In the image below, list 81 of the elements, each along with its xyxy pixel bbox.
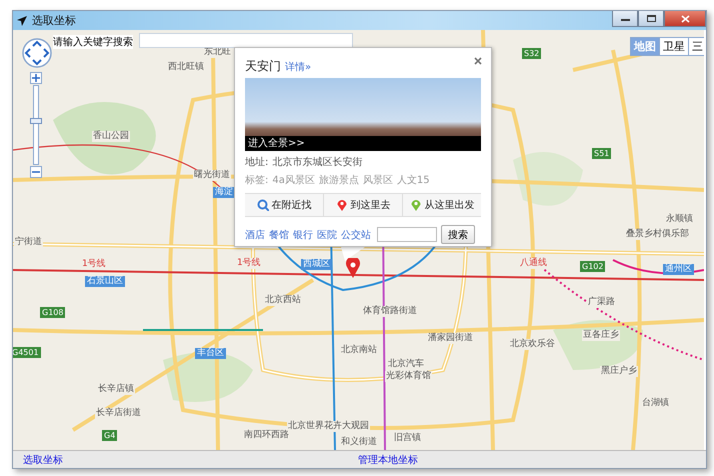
place-label: 台湖镇 <box>641 398 670 409</box>
highway-label: G102 <box>580 261 606 272</box>
district-label: 丰台区 <box>195 348 226 359</box>
plus-icon <box>32 74 40 82</box>
place-label: 永顺镇 <box>665 214 694 225</box>
tag-label: 旅游景点 <box>318 174 359 186</box>
place-label: 北京西站 <box>264 295 302 306</box>
metro-line-label: 八通线 <box>519 258 548 269</box>
place-label: 长辛店镇 <box>97 384 135 395</box>
metro-line-label: 1号线 <box>236 258 262 269</box>
category-link[interactable]: 餐馆 <box>269 228 289 242</box>
place-label: 光彩体育馆 <box>385 371 432 382</box>
highway-label: G4 <box>102 430 118 441</box>
map-pin-icon <box>346 258 360 278</box>
tags-label: 标签: <box>245 174 268 186</box>
status-link[interactable]: 选取坐标 <box>13 452 358 466</box>
district-label: 海淀 <box>213 187 235 198</box>
search-button[interactable]: 搜索 <box>441 225 475 244</box>
place-label: 旧宫镇 <box>393 433 422 444</box>
highway-label: G108 <box>40 307 66 318</box>
place-label: 北京南站 <box>340 345 378 356</box>
place-label: 曙光街道 <box>193 170 231 181</box>
nearby-search-field[interactable] <box>377 227 437 242</box>
district-label: 西城区 <box>301 259 332 270</box>
cursor-arrow-icon <box>16 14 28 26</box>
highway-label: S51 <box>592 148 612 159</box>
place-label: 叠景乡村俱乐部 <box>625 229 690 240</box>
details-link[interactable]: 详情» <box>285 60 312 74</box>
window-title: 选取坐标 <box>32 13 76 28</box>
zoom-out-button[interactable] <box>30 166 42 178</box>
action-button[interactable]: 从这里出发 <box>403 194 481 216</box>
place-label: 西北旺镇 <box>167 62 205 73</box>
category-link[interactable]: 医院 <box>317 228 337 242</box>
place-label: 黑庄户乡 <box>600 366 638 377</box>
place-label: 香山公园 <box>92 131 130 142</box>
place-title: 天安门 <box>245 58 281 75</box>
maximize-icon <box>646 15 656 22</box>
close-popup-button[interactable] <box>473 56 483 66</box>
search-field[interactable] <box>139 33 353 48</box>
category-link[interactable]: 酒店 <box>245 228 265 242</box>
place-label: 北京欢乐谷 <box>509 339 556 350</box>
category-link[interactable]: 公交站 <box>341 228 371 242</box>
place-label: 豆各庄乡 <box>582 330 620 341</box>
tag-label: 人文15 <box>396 174 430 186</box>
close-window-button[interactable] <box>664 11 706 27</box>
map-type-tab[interactable]: 卫星 <box>660 38 689 55</box>
magnifier-icon <box>256 199 268 211</box>
close-icon <box>474 57 482 65</box>
pan-control[interactable] <box>22 38 52 68</box>
address-label: 地址: <box>245 156 268 168</box>
district-label: 通州区 <box>663 264 694 275</box>
map-pin-icon <box>410 199 422 211</box>
zoom-slider-track[interactable] <box>33 85 39 165</box>
place-label: 潘家园街道 <box>427 333 474 344</box>
panorama-link[interactable]: 进入全景>> <box>245 136 481 151</box>
address-text: 北京市东城区长安街 <box>272 156 362 168</box>
zoom-slider-thumb[interactable] <box>30 118 42 124</box>
status-link[interactable]: 管理本地坐标 <box>358 452 703 466</box>
close-icon <box>680 14 690 22</box>
map-pin-icon <box>336 199 348 211</box>
place-label: 长辛店街道 <box>95 408 142 419</box>
district-label: 石景山区 <box>85 276 125 287</box>
action-button[interactable]: 到这里去 <box>324 194 403 216</box>
place-label: 北京汽车 <box>387 359 425 370</box>
search-label: 请输入关键字搜索 <box>53 35 133 49</box>
place-label: 体育馆路街道 <box>362 306 418 317</box>
action-button[interactable]: 在附近找 <box>245 194 324 216</box>
place-label: 宁街道 <box>14 237 43 248</box>
place-label: 北京世界花卉大观园 <box>287 421 370 432</box>
tag-label: 4a风景区 <box>272 174 315 186</box>
minimize-button[interactable] <box>612 11 638 27</box>
metro-line-label: 1号线 <box>81 259 107 270</box>
place-label: 南四环西路 <box>243 430 290 441</box>
zoom-in-button[interactable] <box>30 72 42 84</box>
place-label: 和义街道 <box>340 437 378 448</box>
category-link[interactable]: 银行 <box>293 228 313 242</box>
maximize-button[interactable] <box>638 11 664 27</box>
place-label: 广渠路 <box>587 297 616 308</box>
highway-label: S32 <box>522 48 542 59</box>
tag-label: 风景区 <box>362 174 393 186</box>
pan-arrows-icon <box>22 38 52 68</box>
